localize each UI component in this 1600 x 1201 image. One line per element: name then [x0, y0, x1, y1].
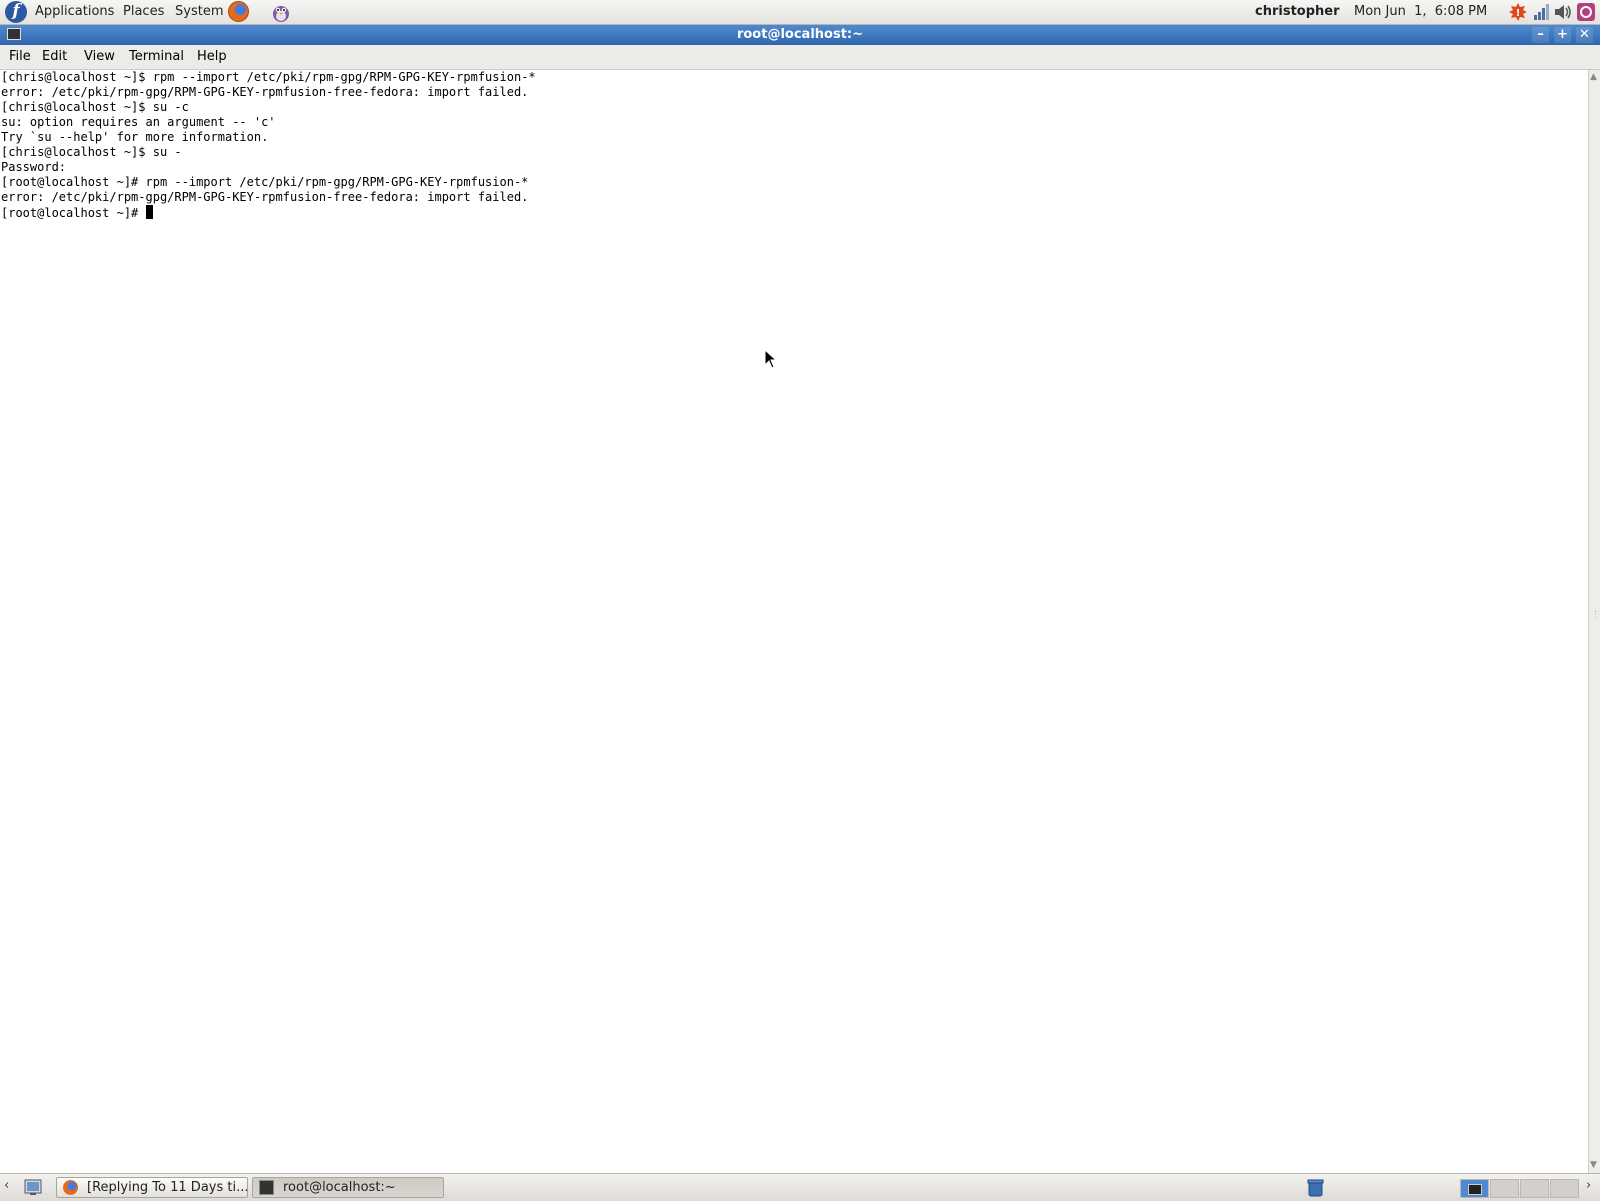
terminal-line: [chris@localhost ~]$ rpm --import /etc/p… — [1, 70, 536, 84]
system-menu[interactable]: System — [175, 3, 223, 21]
terminal-line: su: option requires an argument -- 'c' — [1, 115, 276, 129]
taskbar-terminal-task[interactable]: root@localhost:~ — [252, 1177, 444, 1198]
task-label: [Replying To 11 Days ti... — [87, 1180, 248, 1195]
user-name[interactable]: christopher — [1255, 3, 1340, 21]
menu-terminal[interactable]: Terminal — [129, 49, 184, 64]
session-icon[interactable] — [1576, 2, 1596, 22]
pidgin-launcher-icon[interactable] — [270, 1, 292, 23]
scrollbar-grip-icon[interactable]: ⋮⋮ — [1591, 610, 1600, 620]
menu-edit[interactable]: Edit — [42, 49, 67, 64]
menu-help[interactable]: Help — [197, 49, 227, 64]
trash-icon[interactable] — [1306, 1178, 1325, 1197]
scroll-left-arrow-icon[interactable]: ‹ — [4, 1178, 9, 1193]
clock[interactable]: Mon Jun 1, 6:08 PM — [1354, 3, 1487, 21]
terminal-line: [root@localhost ~]# rpm --import /etc/pk… — [1, 175, 529, 189]
taskbar-firefox-task[interactable]: [Replying To 11 Days ti... — [56, 1177, 248, 1198]
task-label: root@localhost:~ — [283, 1180, 396, 1195]
volume-icon[interactable] — [1553, 2, 1573, 22]
terminal-prompt-line: [root@localhost ~]# — [1, 205, 536, 220]
fedora-logo-icon[interactable]: f — [5, 1, 27, 23]
firefox-icon — [63, 1180, 78, 1195]
workspace-2[interactable] — [1490, 1179, 1519, 1198]
update-notifier-icon[interactable]: ! — [1508, 2, 1528, 22]
svg-text:!: ! — [1516, 8, 1521, 19]
terminal-line: Try `su --help' for more information. — [1, 130, 269, 144]
window-title: root@localhost:~ — [736, 27, 864, 42]
top-panel: f Applications Places System christopher… — [0, 0, 1600, 25]
menu-view[interactable]: View — [84, 49, 115, 64]
terminal-line: error: /etc/pki/rpm-gpg/RPM-GPG-KEY-rpmf… — [1, 85, 529, 99]
terminal-text[interactable]: [chris@localhost ~]$ rpm --import /etc/p… — [0, 70, 536, 220]
applications-menu[interactable]: Applications — [35, 3, 114, 21]
workspace-window-icon — [1468, 1184, 1482, 1195]
firefox-launcher-icon[interactable] — [228, 1, 249, 22]
minimize-button[interactable]: – — [1532, 27, 1549, 43]
maximize-button[interactable]: + — [1554, 27, 1571, 43]
terminal-icon — [259, 1180, 274, 1195]
terminal-line: [chris@localhost ~]$ su - — [1, 145, 182, 159]
workspace-3[interactable] — [1520, 1179, 1549, 1198]
terminal-line: error: /etc/pki/rpm-gpg/RPM-GPG-KEY-rpmf… — [1, 190, 529, 204]
terminal-scrollbar[interactable]: ▲ ⋮⋮ ▼ — [1588, 70, 1600, 1173]
menu-file[interactable]: File — [9, 49, 31, 64]
scroll-up-arrow-icon[interactable]: ▲ — [1590, 72, 1597, 82]
close-button[interactable]: ✕ — [1576, 27, 1593, 43]
show-desktop-icon[interactable] — [24, 1179, 42, 1196]
terminal-line: [chris@localhost ~]$ su -c — [1, 100, 189, 114]
mouse-pointer-icon — [764, 349, 778, 369]
terminal-output[interactable]: [chris@localhost ~]$ rpm --import /etc/p… — [0, 70, 1586, 1173]
terminal-line: Password: — [1, 160, 67, 174]
workspace-4[interactable] — [1550, 1179, 1579, 1198]
text-cursor — [145, 205, 153, 219]
workspace-1[interactable] — [1460, 1179, 1489, 1198]
menu-bar: File Edit View Terminal Help — [0, 45, 1600, 70]
terminal-prompt: [root@localhost ~]# — [1, 206, 146, 220]
scroll-right-arrow-icon[interactable]: › — [1586, 1178, 1591, 1193]
bottom-panel: ‹ [Replying To 11 Days ti... root@localh… — [0, 1173, 1600, 1201]
places-menu[interactable]: Places — [123, 3, 164, 21]
scroll-down-arrow-icon[interactable]: ▼ — [1590, 1160, 1597, 1170]
window-titlebar[interactable]: root@localhost:~ – + ✕ — [0, 25, 1600, 45]
network-signal-icon[interactable] — [1532, 2, 1552, 22]
